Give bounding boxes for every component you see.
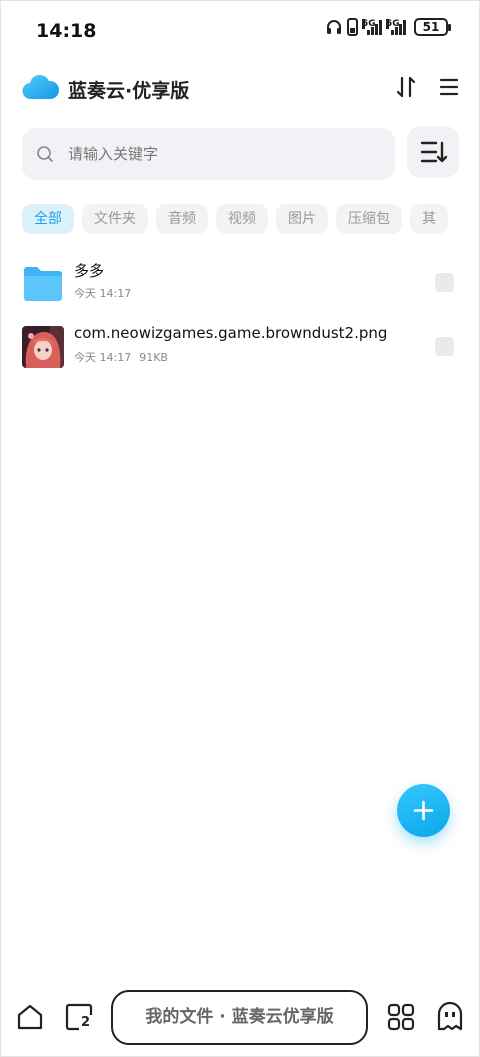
phone-icon <box>347 18 358 36</box>
signal-icon-2: 5G <box>386 19 406 35</box>
battery-icon: 51 <box>414 18 451 36</box>
list-sort-icon <box>420 141 448 163</box>
file-name: com.neowizgames.game.browndust2.png <box>74 324 388 342</box>
search-icon <box>37 146 53 162</box>
tab-count: 2 <box>81 1015 91 1030</box>
status-bar: 14:18 5G 5G 51 <box>0 0 480 60</box>
headphones-icon <box>327 20 341 34</box>
search-input[interactable] <box>68 128 378 180</box>
address-bar[interactable]: 我的文件 · 蓝奏云优享版 <box>111 990 368 1045</box>
chip-audio[interactable]: 音频 <box>156 204 208 234</box>
search-bar[interactable] <box>22 128 395 180</box>
chip-all[interactable]: 全部 <box>22 204 74 234</box>
file-meta: 今天 14:17 <box>74 285 139 301</box>
plus-icon <box>413 800 434 821</box>
menu-icon[interactable] <box>436 74 462 100</box>
sort-icon[interactable] <box>393 74 419 100</box>
signal-icon: 5G <box>362 19 382 35</box>
chip-folder[interactable]: 文件夹 <box>82 204 148 234</box>
ghost-icon[interactable] <box>436 1001 464 1031</box>
chip-video[interactable]: 视频 <box>216 204 268 234</box>
cloud-icon <box>22 74 60 100</box>
status-icons: 5G 5G 51 <box>325 18 451 36</box>
chip-image[interactable]: 图片 <box>276 204 328 234</box>
file-date: 今天 14:17 <box>74 287 132 300</box>
select-checkbox[interactable] <box>435 337 454 356</box>
folder-icon <box>24 267 62 301</box>
network-label-1: 5G <box>362 19 376 29</box>
add-button[interactable] <box>397 784 450 837</box>
list-item[interactable]: 多多 今天 14:17 <box>0 256 480 312</box>
file-name: 多多 <box>74 262 105 280</box>
browser-bottom-bar: 2 我的文件 · 蓝奏云优享版 <box>0 985 480 1057</box>
chip-other[interactable]: 其 <box>410 204 448 234</box>
app-header: 蓝奏云·优享版 <box>0 66 480 110</box>
apps-icon[interactable] <box>387 1003 415 1031</box>
app-title: 蓝奏云·优享版 <box>68 80 190 102</box>
network-label-2: 5G <box>386 19 400 29</box>
chip-archive[interactable]: 压缩包 <box>336 204 402 234</box>
select-checkbox[interactable] <box>435 273 454 292</box>
file-size: 91KB <box>139 351 168 364</box>
file-meta: 今天 14:17 91KB <box>74 349 176 365</box>
home-icon[interactable] <box>16 1003 44 1031</box>
status-time: 14:18 <box>36 20 97 42</box>
list-item[interactable]: com.neowizgames.game.browndust2.png 今天 1… <box>0 320 480 376</box>
file-date: 今天 14:17 <box>74 351 132 364</box>
image-thumbnail <box>22 326 64 368</box>
list-view-button[interactable] <box>407 126 459 178</box>
filter-chips: 全部 文件夹 音频 视频 图片 压缩包其 <box>22 204 480 234</box>
